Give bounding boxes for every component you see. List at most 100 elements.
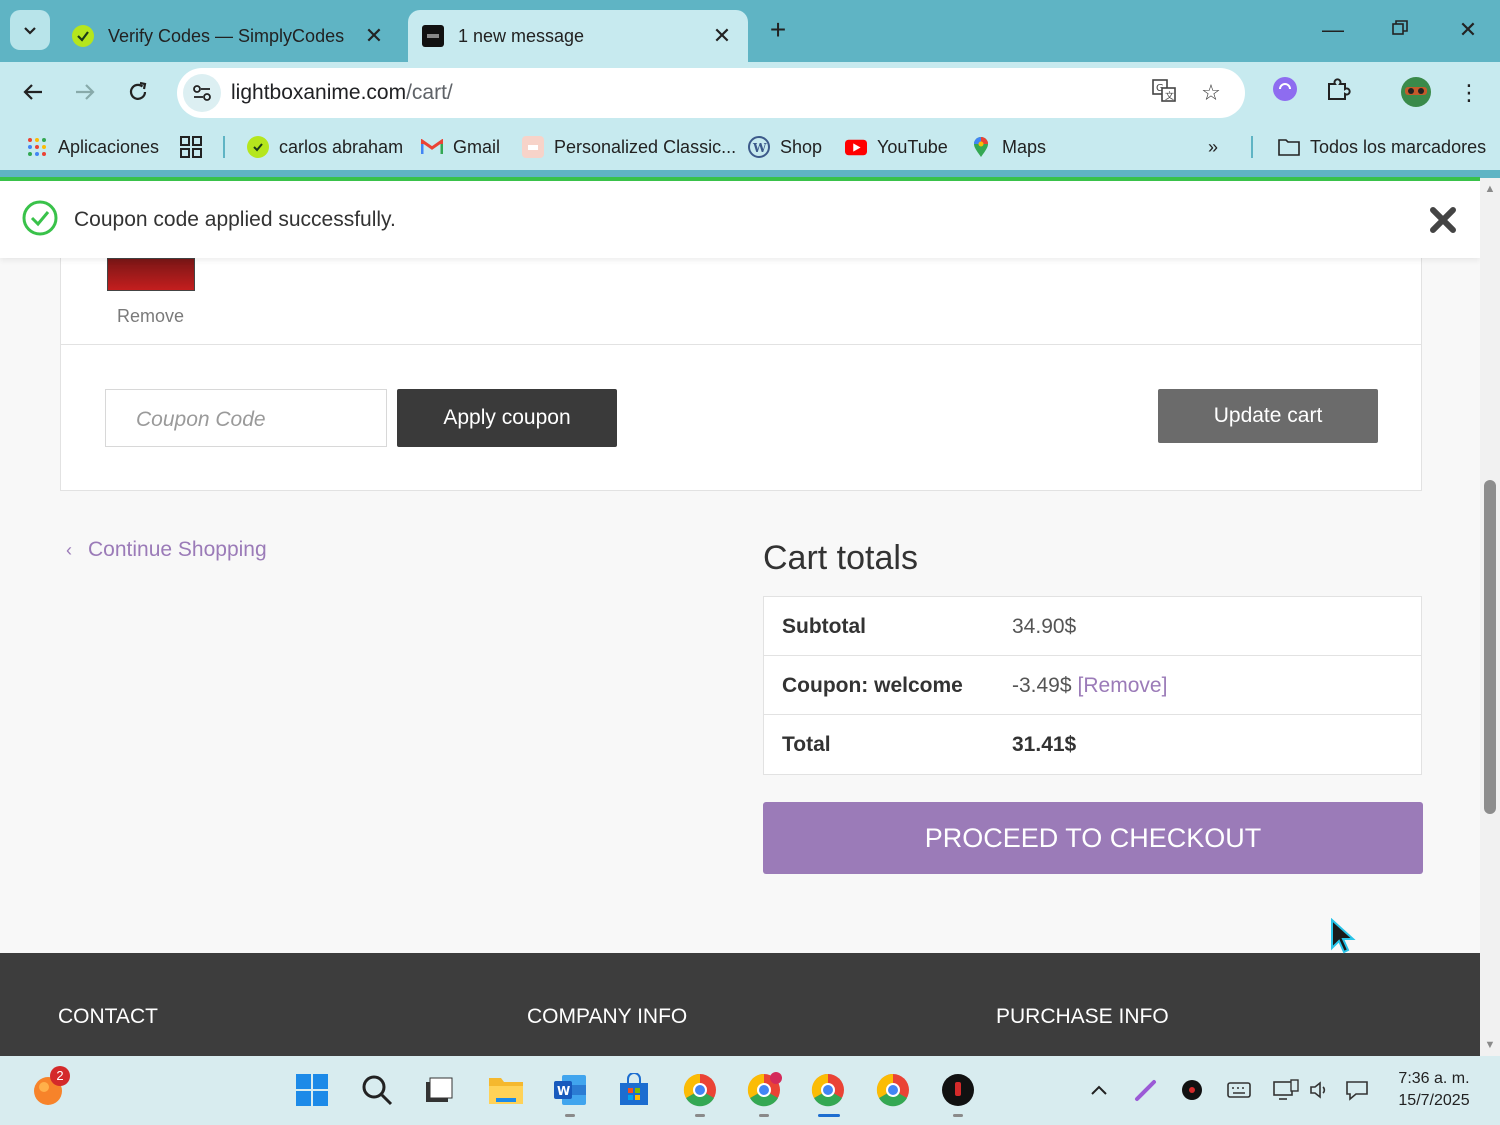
microsoft-store-icon[interactable] (614, 1070, 654, 1110)
gmail-icon (421, 136, 443, 158)
chrome-profile-k-icon[interactable] (744, 1070, 784, 1110)
chrome-active-icon[interactable] (808, 1070, 848, 1110)
extension-purple-icon[interactable] (1268, 76, 1302, 110)
translate-icon[interactable]: G文 (1149, 78, 1179, 108)
url-path: /cart/ (406, 81, 453, 104)
close-icon[interactable]: ✕ (362, 23, 386, 49)
apps-grid-icon (26, 136, 48, 158)
chevron-up-icon[interactable] (1085, 1076, 1113, 1104)
bookmark-label: Aplicaciones (58, 136, 160, 157)
forward-arrow-icon[interactable] (65, 74, 105, 114)
total-label: Total (782, 733, 831, 756)
svg-text:W: W (752, 141, 767, 155)
bookmark-tab-groups[interactable] (180, 134, 212, 160)
mouse-cursor-icon (1331, 918, 1356, 954)
page-scrollbar[interactable]: ▲ ▼ (1480, 178, 1500, 1056)
keyboard-icon[interactable] (1225, 1076, 1253, 1104)
word-icon[interactable]: W (550, 1070, 590, 1110)
profile-avatar[interactable] (1399, 76, 1433, 110)
continue-shopping-label: Continue Shopping (88, 538, 267, 561)
restore-icon[interactable] (1380, 12, 1420, 48)
bookmark-apps[interactable]: Aplicaciones (26, 134, 159, 160)
tray-app-icon[interactable] (1178, 1076, 1206, 1104)
tab-simplycodes[interactable]: Verify Codes — SimplyCodes ✕ (58, 10, 400, 62)
chrome-profile-icon[interactable] (680, 1070, 720, 1110)
bookmark-label: Shop (780, 136, 823, 157)
scroll-down-icon[interactable]: ▼ (1484, 1040, 1496, 1051)
wordpress-icon: W (748, 136, 770, 158)
bookmark-label: Personalized Classic... (554, 136, 737, 157)
apply-coupon-button[interactable]: Apply coupon (397, 389, 617, 447)
remove-coupon-link[interactable]: [Remove] (1078, 674, 1168, 697)
browser-chrome: Verify Codes — SimplyCodes ✕ 1 new messa… (0, 0, 1500, 178)
bookmark-label: Maps (1002, 136, 1047, 157)
file-explorer-icon[interactable] (486, 1070, 526, 1110)
cart-page: Remove Coupon Code Apply coupon Update c… (0, 181, 1480, 1056)
scrollbar-thumb[interactable] (1484, 480, 1496, 814)
task-view-icon[interactable] (418, 1070, 458, 1110)
reload-icon[interactable] (118, 74, 158, 114)
site-settings-icon[interactable] (183, 74, 221, 112)
product-thumbnail[interactable] (107, 258, 195, 291)
running-indicator (565, 1114, 575, 1117)
volume-icon[interactable] (1306, 1076, 1334, 1104)
bookmark-maps[interactable]: Maps (970, 134, 1046, 160)
chat-bubble-icon[interactable] (1343, 1076, 1371, 1104)
chrome-icon[interactable] (873, 1070, 913, 1110)
url-text[interactable]: lightboxanime.com/cart/ (231, 81, 453, 105)
notification-badge: 2 (50, 1066, 70, 1086)
bookmark-personalized[interactable]: Personalized Classic... (522, 134, 736, 160)
tab-title: Verify Codes — SimplyCodes (108, 25, 345, 46)
pen-feather-icon[interactable] (1132, 1076, 1160, 1104)
table-row: Coupon: welcome -3.49$ [Remove] (764, 656, 1421, 715)
bookmark-label: Todos los marcadores (1310, 136, 1487, 157)
success-notice: Coupon code applied successfully. (0, 181, 1480, 258)
youtube-icon (845, 136, 867, 158)
tab-search-button[interactable] (10, 10, 50, 50)
search-icon[interactable] (357, 1070, 397, 1110)
bookmarks-overflow-icon[interactable]: » (1208, 134, 1218, 160)
windows-start-icon[interactable] (292, 1070, 332, 1110)
address-bar[interactable]: lightboxanime.com/cart/ G文 ☆ (177, 68, 1245, 118)
bookmark-favicon-icon (522, 136, 544, 158)
app-black-icon[interactable] (938, 1070, 978, 1110)
coupon-code-input[interactable]: Coupon Code (105, 389, 387, 447)
close-icon[interactable]: ✕ (710, 23, 734, 49)
all-bookmarks-folder[interactable]: Todos los marcadores (1278, 134, 1486, 160)
display-network-icon[interactable] (1272, 1076, 1300, 1104)
menu-kebab-icon[interactable]: ⋮ (1452, 76, 1486, 110)
simplycodes-icon (247, 136, 269, 158)
continue-shopping-link[interactable]: ‹ Continue Shopping (66, 538, 267, 562)
subtotal-label: Subtotal (782, 615, 866, 638)
coupon-discount: -3.49$ (1012, 674, 1072, 697)
bookmark-youtube[interactable]: YouTube (845, 134, 948, 160)
footer-heading-company: COMPANY INFO (527, 1005, 688, 1028)
running-indicator (695, 1114, 705, 1117)
site-footer: CONTACT COMPANY INFO PURCHASE INFO (0, 953, 1480, 1056)
back-arrow-icon[interactable] (13, 74, 53, 114)
clock-date: 15/7/2025 (1398, 1092, 1470, 1109)
tab-lightbox[interactable]: 1 new message ✕ (408, 10, 748, 62)
bookmark-carlos[interactable]: carlos abraham (247, 134, 403, 160)
proceed-to-checkout-button[interactable]: PROCEED TO CHECKOUT (763, 802, 1423, 874)
svg-text:W: W (557, 1084, 570, 1098)
window-close-icon[interactable]: ✕ (1448, 12, 1488, 48)
coupon-label: Coupon: welcome (782, 674, 963, 697)
update-cart-button[interactable]: Update cart (1158, 389, 1378, 443)
total-value: 31.41$ (1012, 733, 1077, 756)
bookmark-gmail[interactable]: Gmail (421, 134, 500, 160)
extensions-puzzle-icon[interactable] (1321, 76, 1355, 110)
table-row: Total 31.41$ (764, 715, 1421, 774)
new-tab-button[interactable]: + (762, 14, 794, 46)
minimize-icon[interactable]: — (1313, 12, 1353, 48)
remove-item-link[interactable]: Remove (117, 306, 184, 327)
table-row: Subtotal 34.90$ (764, 597, 1421, 656)
system-clock[interactable]: 7:36 a. m. 15/7/2025 (1384, 1068, 1484, 1112)
lightbox-icon (422, 25, 444, 47)
divider (61, 344, 1421, 345)
bookmark-shop[interactable]: W Shop (748, 134, 822, 160)
close-icon[interactable] (1426, 203, 1460, 237)
bookmark-star-icon[interactable]: ☆ (1196, 78, 1226, 108)
bookmarks-divider (1251, 136, 1253, 158)
scroll-up-icon[interactable]: ▲ (1484, 184, 1496, 195)
